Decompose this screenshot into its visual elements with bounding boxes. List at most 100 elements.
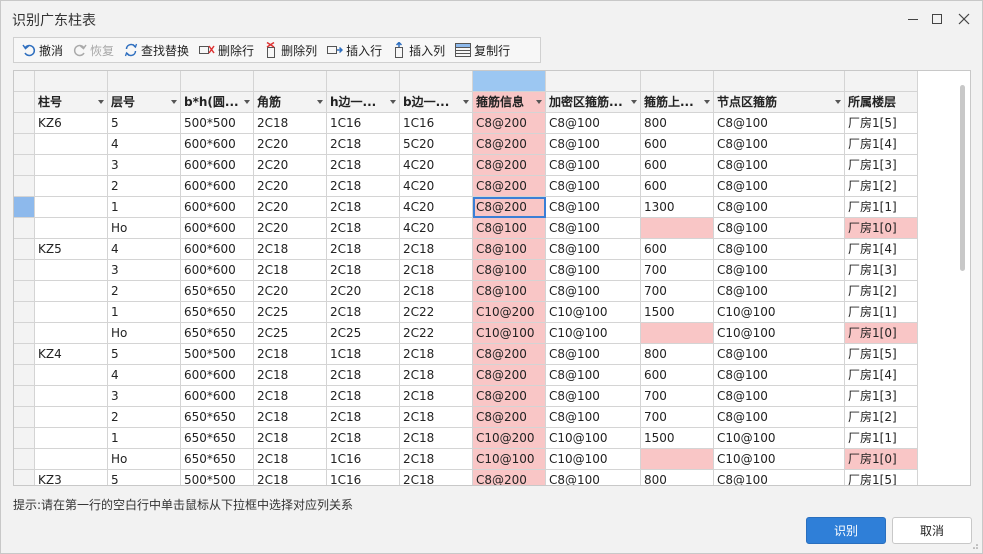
table-cell[interactable]: 4C20 bbox=[400, 176, 473, 197]
table-cell[interactable]: C10@100 bbox=[714, 323, 845, 344]
table-cell[interactable]: 4 bbox=[108, 365, 181, 386]
table-cell[interactable]: C8@200 bbox=[473, 176, 546, 197]
table-cell[interactable]: 厂房1[3] bbox=[845, 386, 918, 407]
table-cell[interactable]: 2C18 bbox=[254, 239, 327, 260]
table-cell[interactable] bbox=[35, 428, 108, 449]
table-cell[interactable] bbox=[35, 386, 108, 407]
mapping-cell[interactable] bbox=[181, 71, 254, 92]
find-replace-button[interactable]: 查找替换 bbox=[120, 39, 193, 61]
table-cell[interactable]: 厂房1[4] bbox=[845, 134, 918, 155]
table-cell[interactable]: C10@100 bbox=[714, 449, 845, 470]
table-cell[interactable]: 600 bbox=[641, 155, 714, 176]
table-cell[interactable]: 600 bbox=[641, 239, 714, 260]
table-cell[interactable]: C8@100 bbox=[546, 365, 641, 386]
table-cell[interactable]: C10@200 bbox=[473, 302, 546, 323]
column-header[interactable]: h边一... bbox=[327, 92, 400, 113]
table-cell[interactable]: C8@100 bbox=[546, 386, 641, 407]
table-cell[interactable]: 2C20 bbox=[254, 218, 327, 239]
table-cell[interactable]: 600 bbox=[641, 176, 714, 197]
table-cell[interactable]: C10@100 bbox=[546, 428, 641, 449]
table-cell[interactable]: 500*500 bbox=[181, 344, 254, 365]
table-cell[interactable]: C8@100 bbox=[473, 281, 546, 302]
row-header[interactable] bbox=[14, 407, 35, 428]
table-cell[interactable]: 2C18 bbox=[254, 365, 327, 386]
table-cell[interactable]: 厂房1[4] bbox=[845, 365, 918, 386]
row-header[interactable] bbox=[14, 470, 35, 485]
column-header[interactable]: 所属楼层 bbox=[845, 92, 918, 113]
table-cell[interactable] bbox=[35, 134, 108, 155]
table-cell[interactable]: 1C16 bbox=[327, 113, 400, 134]
dropdown-arrow-icon[interactable] bbox=[171, 100, 177, 104]
vertical-scrollbar[interactable] bbox=[956, 71, 970, 485]
table-cell[interactable]: 2C18 bbox=[254, 260, 327, 281]
table-cell[interactable]: 600*600 bbox=[181, 155, 254, 176]
minimize-button[interactable] bbox=[903, 9, 923, 29]
table-cell[interactable]: C8@100 bbox=[714, 218, 845, 239]
table-cell[interactable]: 2C20 bbox=[254, 197, 327, 218]
table-cell[interactable]: 厂房1[2] bbox=[845, 407, 918, 428]
table-cell[interactable]: 1C16 bbox=[327, 449, 400, 470]
table-cell[interactable]: C8@200 bbox=[473, 113, 546, 134]
table-cell[interactable] bbox=[35, 302, 108, 323]
table-cell[interactable]: 3 bbox=[108, 155, 181, 176]
table-cell[interactable]: 2C18 bbox=[254, 386, 327, 407]
table-cell[interactable]: 650*650 bbox=[181, 323, 254, 344]
dropdown-arrow-icon[interactable] bbox=[244, 100, 250, 104]
table-cell[interactable]: 2C20 bbox=[327, 281, 400, 302]
mapping-cell[interactable] bbox=[473, 71, 546, 92]
column-header[interactable]: 箍筋信息 bbox=[473, 92, 546, 113]
table-cell[interactable]: C8@100 bbox=[546, 155, 641, 176]
table-cell[interactable]: C8@200 bbox=[473, 155, 546, 176]
table-cell[interactable]: 2C18 bbox=[400, 386, 473, 407]
table-cell[interactable]: 厂房1[5] bbox=[845, 113, 918, 134]
table-cell[interactable]: 1C18 bbox=[327, 344, 400, 365]
table-cell[interactable]: C8@100 bbox=[714, 365, 845, 386]
table-cell[interactable]: 650*650 bbox=[181, 407, 254, 428]
column-header[interactable]: b*h(圆... bbox=[181, 92, 254, 113]
table-cell[interactable]: 800 bbox=[641, 470, 714, 485]
row-header[interactable] bbox=[14, 113, 35, 134]
mapping-cell[interactable] bbox=[400, 71, 473, 92]
redo-button[interactable]: 恢复 bbox=[69, 39, 118, 61]
table-cell[interactable]: 600*600 bbox=[181, 365, 254, 386]
table-cell[interactable]: 2C18 bbox=[254, 344, 327, 365]
table-cell[interactable]: 2C18 bbox=[400, 428, 473, 449]
table-cell[interactable]: C8@100 bbox=[546, 344, 641, 365]
column-header[interactable]: 箍筋上... bbox=[641, 92, 714, 113]
table-cell[interactable]: 1C16 bbox=[400, 113, 473, 134]
close-button[interactable] bbox=[954, 9, 974, 29]
table-cell[interactable]: 3 bbox=[108, 386, 181, 407]
table-cell[interactable]: 2C22 bbox=[400, 323, 473, 344]
table-cell[interactable]: Ho bbox=[108, 449, 181, 470]
row-header[interactable] bbox=[14, 155, 35, 176]
table-cell[interactable]: Ho bbox=[108, 218, 181, 239]
table-cell[interactable]: C8@100 bbox=[546, 197, 641, 218]
table-cell[interactable]: C10@100 bbox=[546, 323, 641, 344]
table-cell[interactable] bbox=[35, 176, 108, 197]
table-cell[interactable]: 2C20 bbox=[254, 176, 327, 197]
table-cell[interactable]: 2 bbox=[108, 281, 181, 302]
table-cell[interactable]: C8@200 bbox=[473, 470, 546, 485]
dropdown-arrow-icon[interactable] bbox=[835, 100, 841, 104]
table-cell[interactable] bbox=[35, 323, 108, 344]
table-cell[interactable]: C8@100 bbox=[714, 176, 845, 197]
column-header[interactable]: 角筋 bbox=[254, 92, 327, 113]
scrollbar-thumb[interactable] bbox=[960, 85, 965, 271]
table-cell[interactable]: 2C18 bbox=[400, 260, 473, 281]
table-cell[interactable]: 厂房1[4] bbox=[845, 239, 918, 260]
row-header[interactable] bbox=[14, 239, 35, 260]
table-cell[interactable]: C8@100 bbox=[546, 176, 641, 197]
table-cell[interactable]: 1 bbox=[108, 197, 181, 218]
table-cell[interactable]: 2C25 bbox=[254, 302, 327, 323]
table-cell[interactable]: 5C20 bbox=[400, 134, 473, 155]
table-cell[interactable]: C10@100 bbox=[546, 302, 641, 323]
table-cell[interactable]: 2 bbox=[108, 176, 181, 197]
row-header[interactable] bbox=[14, 449, 35, 470]
mapping-cell[interactable] bbox=[108, 71, 181, 92]
mapping-cell[interactable] bbox=[254, 71, 327, 92]
table-cell[interactable]: C8@100 bbox=[473, 260, 546, 281]
delete-col-button[interactable]: 删除列 bbox=[260, 39, 321, 61]
table-cell[interactable]: C8@200 bbox=[473, 197, 546, 218]
dropdown-arrow-icon[interactable] bbox=[536, 100, 542, 104]
table-cell[interactable]: C8@200 bbox=[473, 134, 546, 155]
